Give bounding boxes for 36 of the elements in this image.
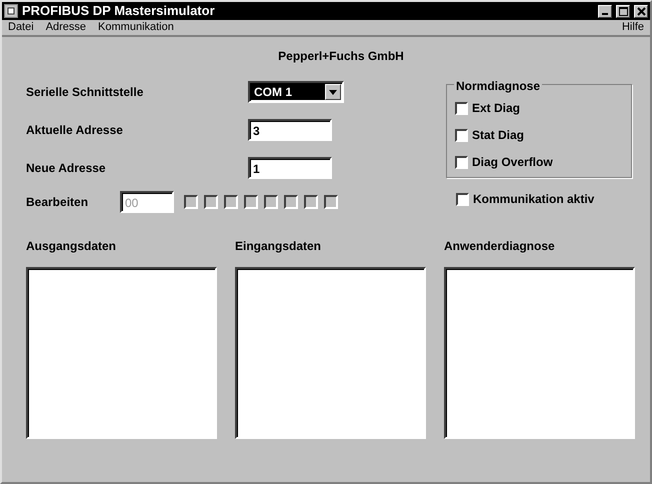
field-label: Aktuelle Adresse: [26, 122, 124, 139]
checkbox-label: Ext Diag: [472, 100, 520, 117]
list-title: Eingangsdaten: [235, 238, 322, 255]
list-box[interactable]: [26, 267, 217, 439]
menu-item[interactable]: Hilfe: [622, 19, 644, 36]
port-dropdown[interactable]: COM 1: [248, 81, 344, 103]
list-box[interactable]: [444, 267, 635, 439]
app-icon: [4, 4, 18, 18]
maximize-button[interactable]: [616, 4, 630, 18]
menu-item[interactable]: Adresse: [46, 19, 86, 36]
checkbox[interactable]: [455, 128, 468, 142]
maximize-icon: [618, 6, 628, 16]
input-field[interactable]: 1: [248, 157, 332, 179]
dropdown-button[interactable]: [325, 84, 341, 100]
field-label: Serielle Schnittstelle: [26, 84, 144, 101]
minimize-button[interactable]: [598, 4, 612, 18]
list-title: Anwenderdiagnose: [444, 238, 556, 255]
checkbox-label: Stat Diag: [472, 127, 524, 144]
caret-icon: [329, 90, 337, 94]
window-title: PROFIBUS DP Mastersimulator: [22, 2, 216, 20]
menu-item[interactable]: Datei: [8, 19, 34, 36]
checkbox[interactable]: [455, 156, 468, 168]
close-button[interactable]: [634, 4, 648, 18]
selected-value: COM 1: [251, 84, 325, 100]
menu-item[interactable]: Kommunikation: [98, 19, 174, 36]
company-name: Pepperl+Fuchs GmbH: [278, 48, 404, 65]
checkbox[interactable]: [456, 192, 469, 206]
list-box[interactable]: [235, 267, 426, 439]
field-label: Bearbeiten: [26, 194, 90, 211]
input-field[interactable]: 3: [248, 119, 332, 141]
checkbox-label: Kommunikation aktiv: [473, 191, 594, 208]
checkbox-label: Diag Overflow: [472, 154, 553, 171]
checkbox[interactable]: [455, 102, 468, 114]
field-label: Neue Adresse: [26, 160, 107, 177]
list-title: Ausgangsdaten: [26, 238, 118, 255]
close-icon: [636, 6, 646, 16]
